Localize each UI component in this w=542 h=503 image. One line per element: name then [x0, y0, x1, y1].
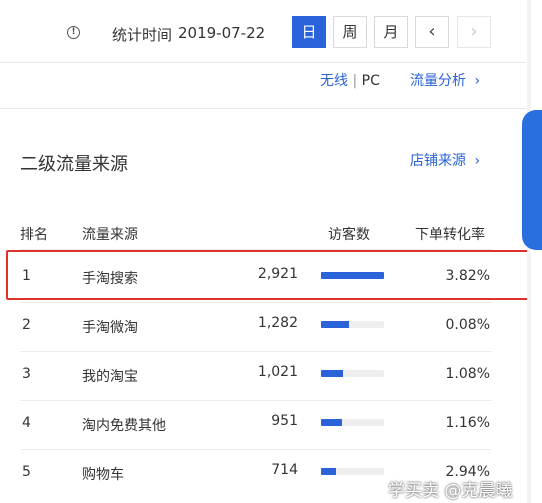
- chevron-left-icon: ‹: [428, 21, 436, 42]
- row-source: 购物车: [82, 467, 124, 483]
- row-source: 淘内免费其他: [82, 418, 166, 434]
- row-rank: 4: [22, 415, 31, 431]
- shop-source-label: 店铺来源: [410, 153, 466, 169]
- traffic-analysis-link[interactable]: 流量分析 ›: [410, 70, 480, 90]
- row-rank: 2: [22, 317, 31, 333]
- period-week-button[interactable]: 周: [333, 16, 367, 48]
- stat-time-label: 统计时间: [112, 26, 173, 44]
- row-visitors: 1,282: [257, 315, 298, 331]
- highlight-box: [6, 250, 530, 300]
- chevron-right-icon: ›: [474, 153, 481, 169]
- scrollbar[interactable]: [527, 0, 531, 503]
- row-divider: [20, 302, 492, 303]
- info-icon[interactable]: !: [67, 26, 80, 39]
- period-day-button[interactable]: 日: [292, 16, 326, 48]
- toolbar-divider: [0, 62, 526, 63]
- wireless-link[interactable]: 无线: [320, 73, 348, 89]
- row-visitors: 714: [271, 462, 298, 478]
- header-source: 流量来源: [82, 227, 138, 243]
- visitor-bar-track: [321, 419, 384, 426]
- row-source: 手淘微淘: [82, 320, 138, 336]
- chevron-right-icon: ›: [474, 73, 481, 89]
- row-source: 我的淘宝: [82, 369, 138, 385]
- pc-link[interactable]: PC: [362, 73, 380, 89]
- visitor-bar-track: [321, 468, 384, 475]
- row-conversion: 1.16%: [445, 415, 490, 431]
- row-conversion: 1.08%: [445, 366, 490, 382]
- shop-source-link[interactable]: 店铺来源 ›: [410, 150, 480, 170]
- traffic-analysis-label: 流量分析: [410, 73, 466, 89]
- visitor-bar-fill: [321, 468, 336, 475]
- terminal-switch: 无线 | PC: [320, 70, 380, 90]
- visitor-bar-track: [321, 321, 384, 328]
- section-divider: [0, 108, 526, 109]
- next-date-button[interactable]: ›: [457, 16, 491, 48]
- link-divider: |: [352, 73, 358, 89]
- row-visitors: 951: [271, 413, 298, 429]
- section-title: 二级流量来源: [20, 154, 128, 175]
- row-conversion: 0.08%: [445, 317, 490, 333]
- visitor-bar-fill: [321, 321, 349, 328]
- stat-date: 2019-07-22: [178, 24, 266, 42]
- row-rank: 5: [22, 464, 31, 480]
- period-month-button[interactable]: 月: [374, 16, 408, 48]
- chevron-right-icon: ›: [470, 21, 478, 42]
- visitor-bar-fill: [321, 419, 342, 426]
- row-rank: 3: [22, 366, 31, 382]
- row-visitors: 1,021: [257, 364, 298, 380]
- visitor-bar-fill: [321, 370, 343, 377]
- row-divider: [20, 351, 492, 352]
- row-divider: [20, 449, 492, 450]
- row-divider: [20, 400, 492, 401]
- visitor-bar-track: [321, 370, 384, 377]
- header-conversion: 下单转化率: [415, 227, 485, 243]
- side-panel-tab[interactable]: [522, 110, 542, 250]
- prev-date-button[interactable]: ‹: [415, 16, 449, 48]
- header-visitors: 访客数: [328, 227, 370, 243]
- watermark: 学买卖 @克晨曦: [388, 481, 513, 501]
- header-rank: 排名: [20, 227, 48, 243]
